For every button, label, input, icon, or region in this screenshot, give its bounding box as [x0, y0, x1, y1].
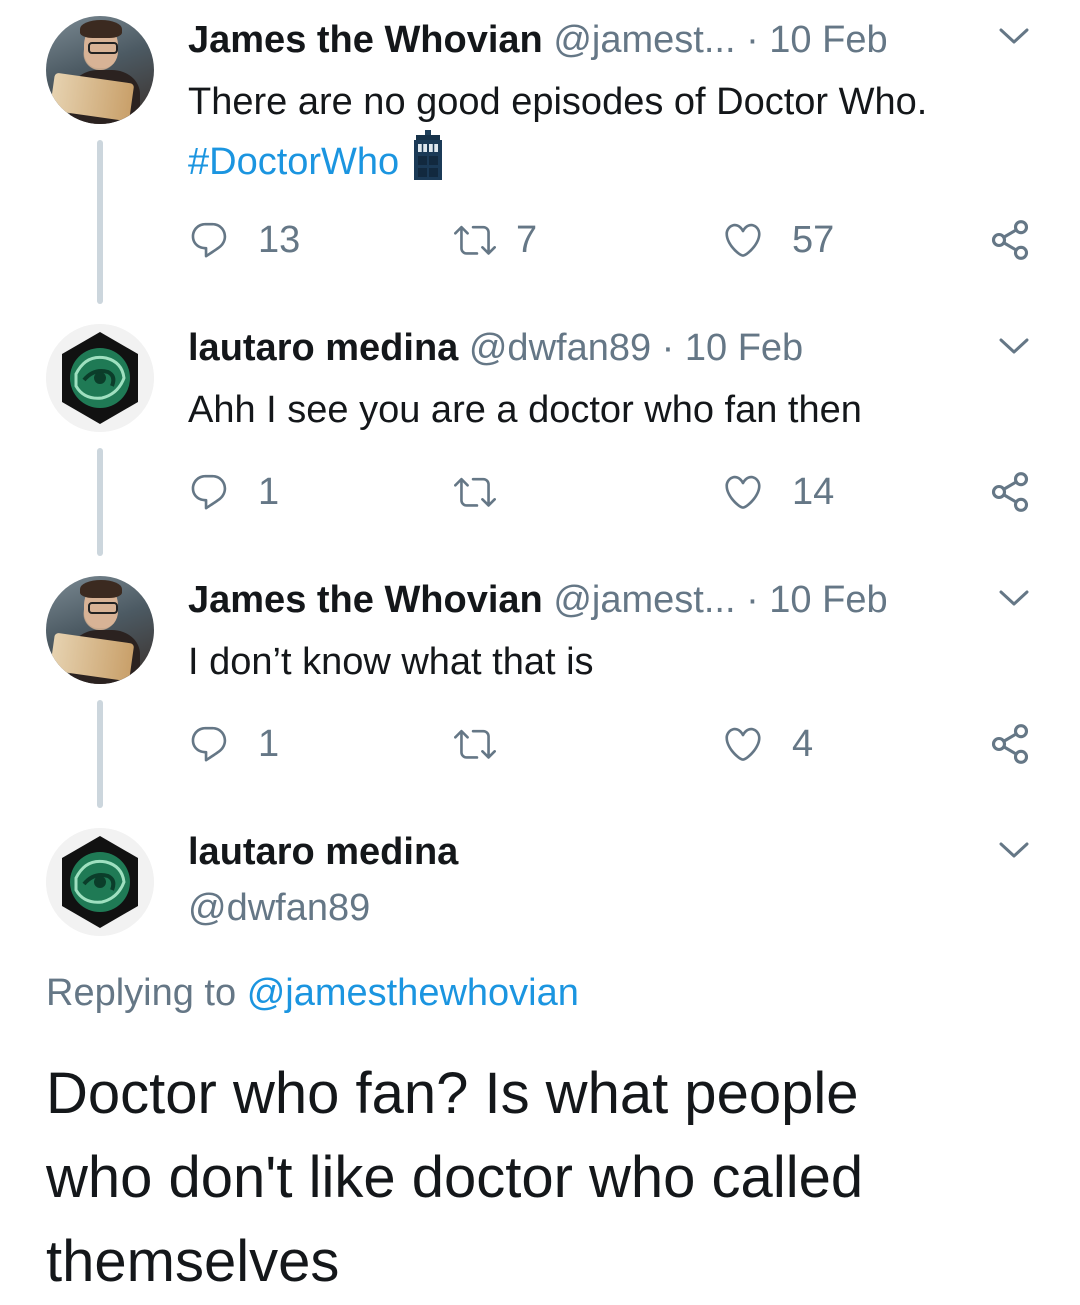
main-tweet-text-line: who don't like doctor who called — [46, 1145, 864, 1210]
like-icon — [722, 723, 764, 765]
display-name[interactable]: lautaro medina — [188, 327, 458, 369]
avatar[interactable] — [46, 16, 154, 124]
share-button[interactable] — [988, 720, 1032, 768]
display-name[interactable]: lautaro medina — [188, 830, 458, 874]
thread-line — [97, 700, 103, 808]
reply-icon — [188, 219, 230, 261]
tweet-header: James the Whovian @jamest... · 10 Feb — [188, 578, 888, 622]
separator-dot: · — [661, 327, 675, 369]
like-icon — [722, 219, 764, 261]
avatar[interactable] — [46, 324, 154, 432]
reply-icon — [188, 723, 230, 765]
chevron-down-icon[interactable] — [996, 586, 1032, 610]
like-count: 14 — [792, 470, 835, 513]
retweet-count: 7 — [516, 218, 538, 261]
tweet-text: There are no good episodes of Doctor Who… — [188, 74, 927, 190]
display-name-text: lautaro medina — [188, 831, 459, 873]
main-tweet-text-line: Doctor who fan? Is what people — [46, 1061, 859, 1126]
reply-button[interactable]: 13 — [188, 216, 300, 264]
like-button[interactable]: 4 — [722, 720, 813, 768]
reply-count: 1 — [258, 722, 280, 765]
tweet-header: lautaro medina @dwfan89 · 10 Feb — [188, 326, 803, 370]
like-count: 57 — [792, 218, 835, 261]
username-text: @dwfan89 — [188, 887, 371, 929]
username[interactable]: @jamest... — [553, 19, 735, 61]
tweet-text-line: Ahh I see you are a doctor who fan then — [188, 389, 862, 431]
reply-button[interactable]: 1 — [188, 720, 279, 768]
chevron-down-icon[interactable] — [996, 838, 1032, 862]
share-icon — [988, 470, 1032, 514]
tweet-text-line: There are no good episodes of Doctor Who… — [188, 81, 928, 123]
timestamp[interactable]: 10 Feb — [769, 579, 887, 621]
hashtag-link[interactable]: #DoctorWho — [188, 141, 399, 183]
mention-link[interactable]: @jamesthewhovian — [247, 972, 579, 1014]
tweet-actions: 1 4 — [188, 720, 1038, 768]
thread-line — [97, 140, 103, 304]
thread-line — [97, 448, 103, 556]
display-name[interactable]: James the Whovian — [188, 579, 543, 621]
share-button[interactable] — [988, 216, 1032, 264]
timestamp[interactable]: 10 Feb — [769, 19, 887, 61]
retweet-icon — [454, 471, 496, 513]
reply-count: 1 — [258, 470, 280, 513]
share-icon — [988, 722, 1032, 766]
retweet-icon — [454, 723, 496, 765]
reply-icon — [188, 471, 230, 513]
main-tweet-text-line: themselves — [46, 1229, 340, 1294]
username[interactable]: @jamest... — [553, 579, 735, 621]
tardis-emoji — [414, 130, 443, 180]
timestamp[interactable]: 10 Feb — [685, 327, 803, 369]
tweet-text: Ahh I see you are a doctor who fan then — [188, 382, 862, 438]
like-icon — [722, 471, 764, 513]
reply-button[interactable]: 1 — [188, 468, 279, 516]
like-button[interactable]: 57 — [722, 216, 834, 264]
tweet-actions: 1 14 — [188, 468, 1038, 516]
tweet-actions: 13 7 57 — [188, 216, 1038, 264]
retweet-button[interactable]: 7 — [454, 216, 537, 264]
separator-dot: · — [746, 19, 759, 61]
chevron-down-icon[interactable] — [996, 24, 1032, 48]
like-count: 4 — [792, 722, 814, 765]
share-button[interactable] — [988, 468, 1032, 516]
separator-dot: · — [746, 579, 759, 621]
avatar[interactable] — [46, 576, 154, 684]
username[interactable]: @dwfan89 — [469, 327, 651, 369]
main-tweet-text: Doctor who fan? Is what people who don't… — [46, 1052, 1046, 1304]
like-button[interactable]: 14 — [722, 468, 834, 516]
avatar[interactable] — [46, 828, 154, 936]
replying-to: Replying to @jamesthewhovian — [46, 972, 579, 1015]
chevron-down-icon[interactable] — [996, 334, 1032, 358]
tweet-text-line: I don’t know what that is — [188, 641, 594, 683]
retweet-button[interactable] — [454, 468, 524, 516]
replying-to-label: Replying to — [46, 972, 237, 1014]
retweet-button[interactable] — [454, 720, 524, 768]
tweet-text: I don’t know what that is — [188, 634, 594, 690]
tweet-header: James the Whovian @jamest... · 10 Feb — [188, 18, 888, 62]
display-name[interactable]: James the Whovian — [188, 19, 543, 61]
reply-count: 13 — [258, 218, 301, 261]
retweet-icon — [454, 219, 496, 261]
username[interactable]: @dwfan89 — [188, 886, 370, 930]
share-icon — [988, 218, 1032, 262]
